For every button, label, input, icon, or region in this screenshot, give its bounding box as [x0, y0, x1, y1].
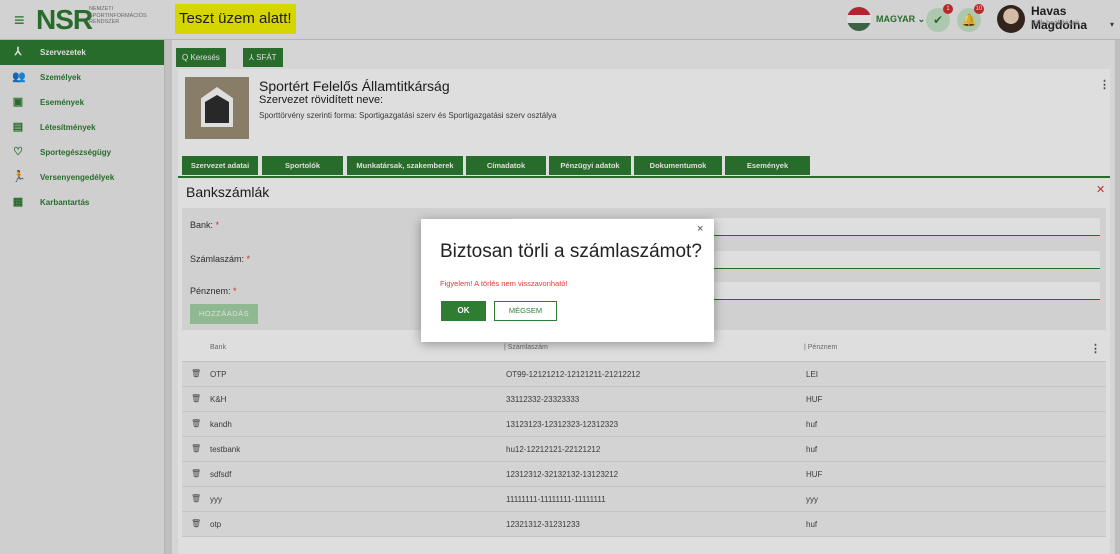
close-icon[interactable]: × [697, 223, 703, 235]
cancel-button[interactable]: MÉGSEM [494, 301, 557, 321]
delete-confirm-dialog: × Biztosan törli a számlaszámot? Figyele… [421, 219, 714, 342]
ok-button[interactable]: OK [441, 301, 486, 321]
dialog-title: Biztosan törli a számlaszámot? [440, 241, 702, 262]
dialog-warning: Figyelem! A törlés nem visszavonható! [440, 279, 568, 288]
